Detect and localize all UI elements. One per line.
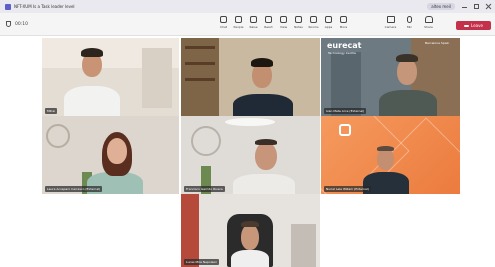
window-title: NFT-XUM Is a Task leader level bbox=[14, 4, 75, 9]
leave-label: Leave bbox=[471, 23, 483, 28]
video-tile[interactable]: eurecat Technology Centre Barcelona Spai… bbox=[321, 38, 460, 116]
window-controls: altex meil bbox=[427, 3, 491, 10]
tool-label: Raise bbox=[249, 25, 258, 29]
mic-button[interactable]: Mic bbox=[402, 16, 417, 29]
apps-icon bbox=[325, 16, 332, 23]
camera-icon bbox=[386, 16, 395, 23]
participant-name: Ivan Mete Arce (External) bbox=[324, 108, 367, 114]
tool-view[interactable]: View bbox=[276, 16, 291, 29]
video-stage: Mihai eurecat Technology Centre Barcelon… bbox=[0, 36, 495, 267]
tool-label: People bbox=[233, 25, 244, 29]
video-tile[interactable]: Laura Acosparo Carrasco (External) bbox=[42, 116, 179, 194]
more-icon bbox=[340, 16, 347, 23]
participant-name: Nuriel Lele Willam (External) bbox=[324, 186, 371, 192]
react-icon bbox=[265, 16, 272, 23]
tool-label: Camera bbox=[384, 25, 397, 29]
meeting-timer: 00:10 bbox=[15, 21, 28, 27]
tool-react[interactable]: React bbox=[261, 16, 276, 29]
tool-label: Notes bbox=[294, 25, 303, 29]
user-account[interactable]: altex meil bbox=[427, 3, 455, 10]
tool-people[interactable]: People bbox=[231, 16, 246, 29]
participant-name: Lucas Mire Nepoleon bbox=[184, 259, 220, 265]
tool-label: Mic bbox=[406, 25, 413, 29]
mic-icon bbox=[407, 16, 412, 23]
participant-name: Mihai bbox=[45, 108, 57, 114]
tool-rooms[interactable]: Rooms bbox=[306, 16, 321, 29]
tool-label: More bbox=[339, 25, 348, 29]
video-tile[interactable] bbox=[181, 38, 320, 116]
share-icon bbox=[424, 16, 433, 23]
camera-button[interactable]: Camera bbox=[383, 16, 398, 29]
video-tile[interactable]: Lucas Mire Nepoleon bbox=[181, 194, 320, 267]
eurecat-tagline: Technology Centre bbox=[328, 51, 356, 55]
raise-hand-icon bbox=[250, 16, 257, 23]
notes-icon bbox=[295, 16, 302, 23]
meeting-tools: Chat People Raise React View Notes Rooms… bbox=[216, 16, 351, 29]
tool-chat[interactable]: Chat bbox=[216, 16, 231, 29]
participant-name: Francisco Garrido Rivera bbox=[184, 186, 225, 192]
leave-button[interactable]: Leave bbox=[456, 21, 491, 30]
minimize-icon[interactable] bbox=[462, 4, 467, 9]
tool-more[interactable]: More bbox=[336, 16, 351, 29]
share-button[interactable]: Share bbox=[421, 16, 436, 29]
device-controls: Camera Mic Share bbox=[383, 16, 436, 29]
brand-icon bbox=[339, 124, 351, 136]
tool-raise[interactable]: Raise bbox=[246, 16, 261, 29]
tool-label: Share bbox=[424, 25, 433, 29]
close-icon[interactable] bbox=[486, 4, 491, 9]
video-tile[interactable]: Mihai bbox=[42, 38, 179, 116]
chat-icon bbox=[220, 16, 227, 23]
maximize-icon[interactable] bbox=[474, 4, 479, 9]
meeting-info: 00:10 bbox=[6, 21, 28, 27]
tool-apps[interactable]: Apps bbox=[321, 16, 336, 29]
meeting-toolbar: 00:10 Chat People Raise React View Notes… bbox=[0, 13, 495, 36]
tool-notes[interactable]: Notes bbox=[291, 16, 306, 29]
video-tile[interactable]: Francisco Garrido Rivera bbox=[181, 116, 320, 194]
view-icon bbox=[280, 16, 287, 23]
tool-label: React bbox=[264, 25, 273, 29]
shield-icon[interactable] bbox=[6, 21, 11, 27]
tool-label: View bbox=[279, 25, 288, 29]
participant-name: Laura Acosparo Carrasco (External) bbox=[45, 186, 103, 192]
video-tile[interactable]: Nuriel Lele Willam (External) bbox=[321, 116, 460, 194]
tool-label: Rooms bbox=[308, 25, 319, 29]
rooms-icon bbox=[310, 16, 317, 23]
eurecat-logo: eurecat bbox=[327, 41, 362, 50]
tool-label: Chat bbox=[219, 25, 227, 29]
tool-label: Apps bbox=[324, 25, 333, 29]
people-icon bbox=[235, 16, 242, 23]
teams-logo-icon bbox=[5, 3, 11, 10]
title-bar: NFT-XUM Is a Task leader level altex mei… bbox=[0, 0, 495, 13]
door bbox=[142, 48, 172, 108]
building-caption: Barcelona Spain bbox=[425, 41, 450, 45]
phone-icon bbox=[464, 24, 470, 27]
bookshelf bbox=[181, 38, 219, 116]
